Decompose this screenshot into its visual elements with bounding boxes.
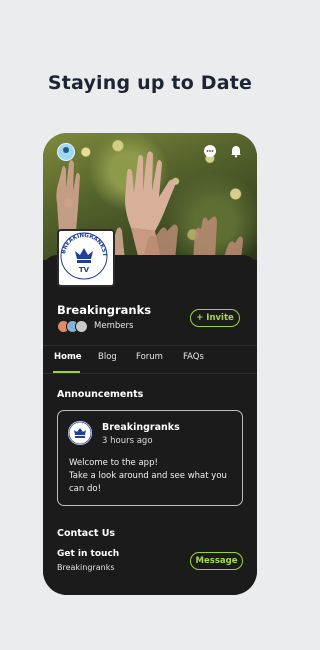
group-logo: BREAKINGRANKSTV TV	[57, 227, 115, 287]
announcement-card[interactable]: Breakingranks 3 hours ago Welcome to the…	[57, 410, 243, 506]
members-label: Members	[94, 321, 134, 331]
post-message-line: Welcome to the app!	[69, 458, 158, 468]
invite-button[interactable]: + Invite	[190, 309, 240, 327]
post-author: Breakingranks	[102, 422, 180, 433]
divider	[43, 373, 257, 374]
chat-bubble-icon[interactable]	[203, 144, 217, 158]
get-in-touch-label: Get in touch	[57, 549, 120, 559]
message-label: Message	[195, 556, 238, 566]
tab-forum[interactable]: Forum	[136, 352, 163, 362]
tab-bar: Home Blog Forum FAQs	[43, 352, 257, 372]
contact-name: Breakingranks	[57, 563, 115, 572]
member-avatar	[75, 319, 88, 333]
group-name: Breakingranks	[57, 303, 152, 317]
contact-title: Contact Us	[57, 528, 116, 539]
members-row[interactable]: Members	[57, 319, 133, 333]
announcements-title: Announcements	[57, 389, 144, 400]
svg-text:TV: TV	[79, 266, 90, 274]
message-button[interactable]: Message	[190, 552, 243, 570]
author-avatar	[68, 421, 92, 445]
phone-screen: BREAKINGRANKSTV TV Breakingranks Members…	[43, 133, 257, 595]
tab-faqs[interactable]: FAQs	[183, 352, 204, 362]
post-message: Welcome to the app! Take a look around a…	[69, 457, 239, 496]
user-avatar[interactable]	[57, 143, 75, 161]
bell-icon[interactable]	[229, 144, 243, 158]
tab-home[interactable]: Home	[54, 352, 82, 362]
invite-label: + Invite	[196, 313, 234, 323]
divider	[43, 345, 257, 346]
tab-blog[interactable]: Blog	[98, 352, 117, 362]
page-headline: Staying up to Date	[47, 72, 253, 94]
post-time: 3 hours ago	[102, 436, 153, 446]
post-message-line: Take a look around and see what you can …	[69, 471, 227, 494]
